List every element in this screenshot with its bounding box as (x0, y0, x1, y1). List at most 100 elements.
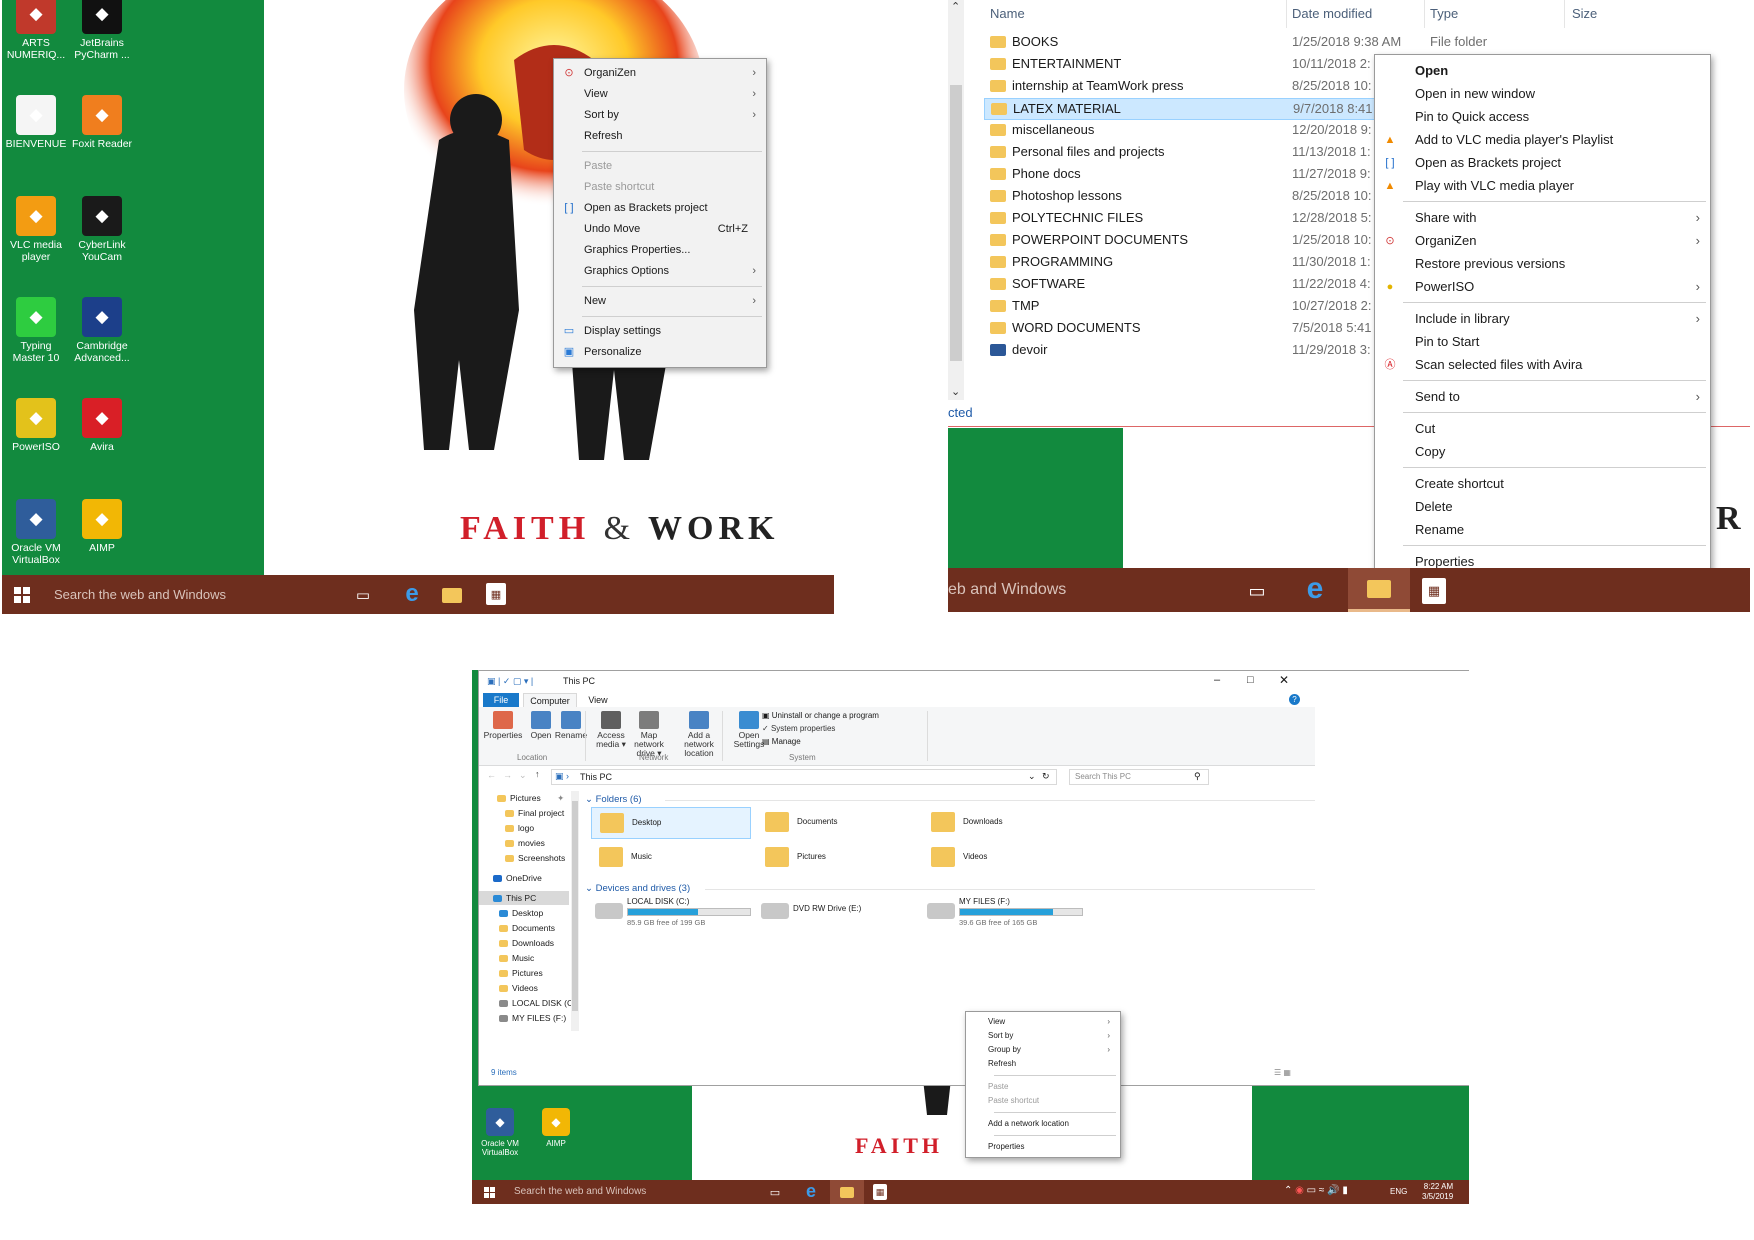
back-arrow-icon[interactable]: ← (487, 770, 496, 780)
folder-tile-pictures[interactable]: Pictures (757, 842, 915, 872)
nav-item-local-disk-c[interactable]: LOCAL DISK (C:) (479, 996, 578, 1010)
desktop-icon-vlc-media-player[interactable]: ◆ VLC media player (4, 196, 68, 263)
task-view-icon[interactable]: ▭ (1244, 578, 1270, 604)
taskbar-search-box[interactable]: Search the web and Windows (514, 1186, 646, 1197)
menu-item-poweriso[interactable]: ● PowerISO › (1375, 275, 1710, 298)
menu-item-group-by[interactable]: Group by › (966, 1043, 1120, 1057)
desktop-icon-cyberlink-youcam[interactable]: ◆ CyberLink YouCam (70, 196, 134, 263)
desktop-icon-poweriso[interactable]: ◆ PowerISO (4, 398, 68, 453)
desktop-icon-aimp[interactable]: ◆ AIMP (70, 499, 134, 554)
menu-item-sort-by[interactable]: Sort by › (966, 1029, 1120, 1043)
ribbon-button-add-a-network-location[interactable]: Add a network location (673, 711, 725, 758)
menu-item-personalize[interactable]: ▣ Personalize (554, 342, 766, 363)
clock[interactable]: 8:22 AM 3/5/2019 (1422, 1182, 1453, 1202)
refresh-icon[interactable]: ↻ (1042, 771, 1050, 782)
menu-item-new[interactable]: New › (554, 291, 766, 312)
recent-locations-icon[interactable]: ⌄ (519, 770, 527, 781)
quick-access-toolbar-icons[interactable]: ▣ | ✓ ▢ ▾ | (487, 676, 533, 687)
ribbon-small-uninstall[interactable]: ▣ Uninstall or change a program (762, 711, 879, 720)
file-row-miscellaneous[interactable]: miscellaneous 12/20/2018 9: (984, 120, 1388, 140)
menu-item-send-to[interactable]: Send to › (1375, 385, 1710, 408)
file-row-powerpoint-documents[interactable]: POWERPOINT DOCUMENTS 1/25/2018 10: (984, 230, 1388, 250)
nav-item-pictures[interactable]: Pictures ✦ (479, 791, 569, 805)
file-explorer-icon[interactable] (830, 1180, 864, 1204)
desktop-icon-typing-master-10[interactable]: ◆ Typing Master 10 (4, 297, 68, 364)
store-icon[interactable]: ▦ (1422, 578, 1446, 604)
file-row-photoshop-lessons[interactable]: Photoshop lessons 8/25/2018 10: (984, 186, 1388, 206)
menu-item-open-as-brackets-project[interactable]: [ ] Open as Brackets project (554, 198, 766, 219)
forward-arrow-icon[interactable]: → (503, 770, 512, 780)
start-button[interactable] (12, 585, 32, 605)
folder-tile-downloads[interactable]: Downloads (923, 807, 1081, 837)
taskbar-search-box[interactable]: eb and Windows (948, 581, 1066, 599)
nav-item-movies[interactable]: movies (479, 836, 569, 850)
drive-tile-dvd-rw-drive-e[interactable]: DVD RW Drive (E:) (757, 895, 921, 935)
menu-item-paste-shortcut[interactable]: Paste shortcut (966, 1094, 1120, 1108)
ribbon-button-map-network-drive[interactable]: Map network drive ▾ (629, 711, 669, 758)
menu-item-copy[interactable]: Copy (1375, 440, 1710, 463)
menu-item-open-as-brackets-project[interactable]: [ ] Open as Brackets project (1375, 151, 1710, 174)
nav-item-downloads[interactable]: Downloads (479, 936, 569, 950)
file-row-tmp[interactable]: TMP 10/27/2018 2: (984, 296, 1388, 316)
nav-item-this-pc[interactable]: This PC (479, 891, 569, 905)
nav-item-documents[interactable]: Documents (479, 921, 569, 935)
menu-item-delete[interactable]: Delete (1375, 495, 1710, 518)
nav-item-music[interactable]: Music (479, 951, 569, 965)
menu-item-organizen[interactable]: ⊙ OrganiZen › (554, 63, 766, 84)
desktop-icon-foxit-reader[interactable]: ◆ Foxit Reader (70, 95, 134, 150)
drive-tile-my-files-f[interactable]: MY FILES (F:) 39.6 GB free of 165 GB (923, 895, 1087, 935)
tab-computer[interactable]: Computer (523, 693, 577, 708)
menu-item-pin-to-quick-access[interactable]: Pin to Quick access (1375, 105, 1710, 128)
task-view-icon[interactable]: ▭ (352, 584, 374, 606)
menu-item-graphics-properties[interactable]: Graphics Properties... (554, 240, 766, 261)
scroll-down-arrow-icon[interactable]: ⌄ (951, 385, 960, 398)
ribbon-button-properties[interactable]: Properties (483, 711, 523, 740)
desktop-icon-avira[interactable]: ◆ Avira (70, 398, 134, 453)
nav-item-desktop[interactable]: Desktop (479, 906, 569, 920)
system-tray-icons[interactable]: ⌃ ◉ ▭ ≈ 🔊 ▮ (1284, 1185, 1348, 1196)
start-button[interactable] (482, 1185, 496, 1199)
file-row-software[interactable]: SOFTWARE 11/22/2018 4: (984, 274, 1388, 294)
store-icon[interactable]: ▦ (486, 583, 506, 605)
nav-scrollbar[interactable] (571, 791, 579, 1031)
scrollbar-thumb[interactable] (950, 85, 962, 361)
menu-item-include-in-library[interactable]: Include in library › (1375, 307, 1710, 330)
desktop-icon-jetbrains-pycharm[interactable]: ◆ JetBrains PyCharm ... (70, 0, 134, 61)
menu-item-properties[interactable]: Properties (966, 1140, 1120, 1154)
folders-section-header[interactable]: ⌄ Folders (6) (585, 794, 642, 805)
file-row-latex-material[interactable]: LATEX MATERIAL 9/7/2018 8:41 (984, 98, 1390, 120)
menu-item-scan-selected-files-with-avira[interactable]: Ⓐ Scan selected files with Avira (1375, 353, 1710, 376)
nav-item-screenshots[interactable]: Screenshots (479, 851, 569, 865)
address-dropdown-icon[interactable]: ⌄ (1028, 771, 1036, 782)
scroll-up-arrow-icon[interactable]: ⌃ (951, 0, 960, 13)
search-box[interactable]: Search This PC ⚲ (1069, 769, 1209, 785)
file-row-devoir[interactable]: devoir 11/29/2018 3: (984, 340, 1388, 360)
column-header-date[interactable]: Date modified (1292, 6, 1372, 21)
column-header-size[interactable]: Size (1572, 6, 1597, 21)
menu-item-refresh[interactable]: Refresh (554, 126, 766, 147)
file-row-entertainment[interactable]: ENTERTAINMENT 10/11/2018 2: (984, 54, 1388, 74)
folder-tile-documents[interactable]: Documents (757, 807, 915, 837)
nav-item-pictures[interactable]: Pictures (479, 966, 569, 980)
taskbar-search-box[interactable]: Search the web and Windows (54, 587, 226, 602)
file-row-personal-files-and-projects[interactable]: Personal files and projects 11/13/2018 1: (984, 142, 1388, 162)
edge-browser-icon[interactable]: e (1300, 572, 1330, 605)
menu-item-view[interactable]: View › (966, 1015, 1120, 1029)
edge-browser-icon[interactable]: e (400, 580, 424, 607)
menu-item-cut[interactable]: Cut (1375, 417, 1710, 440)
close-button[interactable]: ✕ (1279, 673, 1289, 687)
menu-item-rename[interactable]: Rename (1375, 518, 1710, 541)
file-row-books[interactable]: BOOKS 1/25/2018 9:38 AM (984, 32, 1401, 52)
details-view-icon[interactable]: ☰ ▦ (1274, 1068, 1291, 1077)
tab-file[interactable]: File (483, 693, 519, 707)
ribbon-button-access-media[interactable]: Access media ▾ (591, 711, 631, 749)
file-row-programming[interactable]: PROGRAMMING 11/30/2018 1: (984, 252, 1388, 272)
desktop-icon-bienvenue[interactable]: ◆ BIENVENUE (4, 95, 68, 150)
store-icon[interactable]: ▦ (873, 1184, 887, 1200)
devices-section-header[interactable]: ⌄ Devices and drives (3) (585, 883, 690, 894)
desktop-icon-cambridge-advanced[interactable]: ◆ Cambridge Advanced... (70, 297, 134, 364)
menu-item-pin-to-start[interactable]: Pin to Start (1375, 330, 1710, 353)
file-row-phone-docs[interactable]: Phone docs 11/27/2018 9: (984, 164, 1388, 184)
tab-view[interactable]: View (583, 693, 613, 707)
menu-item-play-with-vlc-media-player[interactable]: ▲ Play with VLC media player (1375, 174, 1710, 197)
